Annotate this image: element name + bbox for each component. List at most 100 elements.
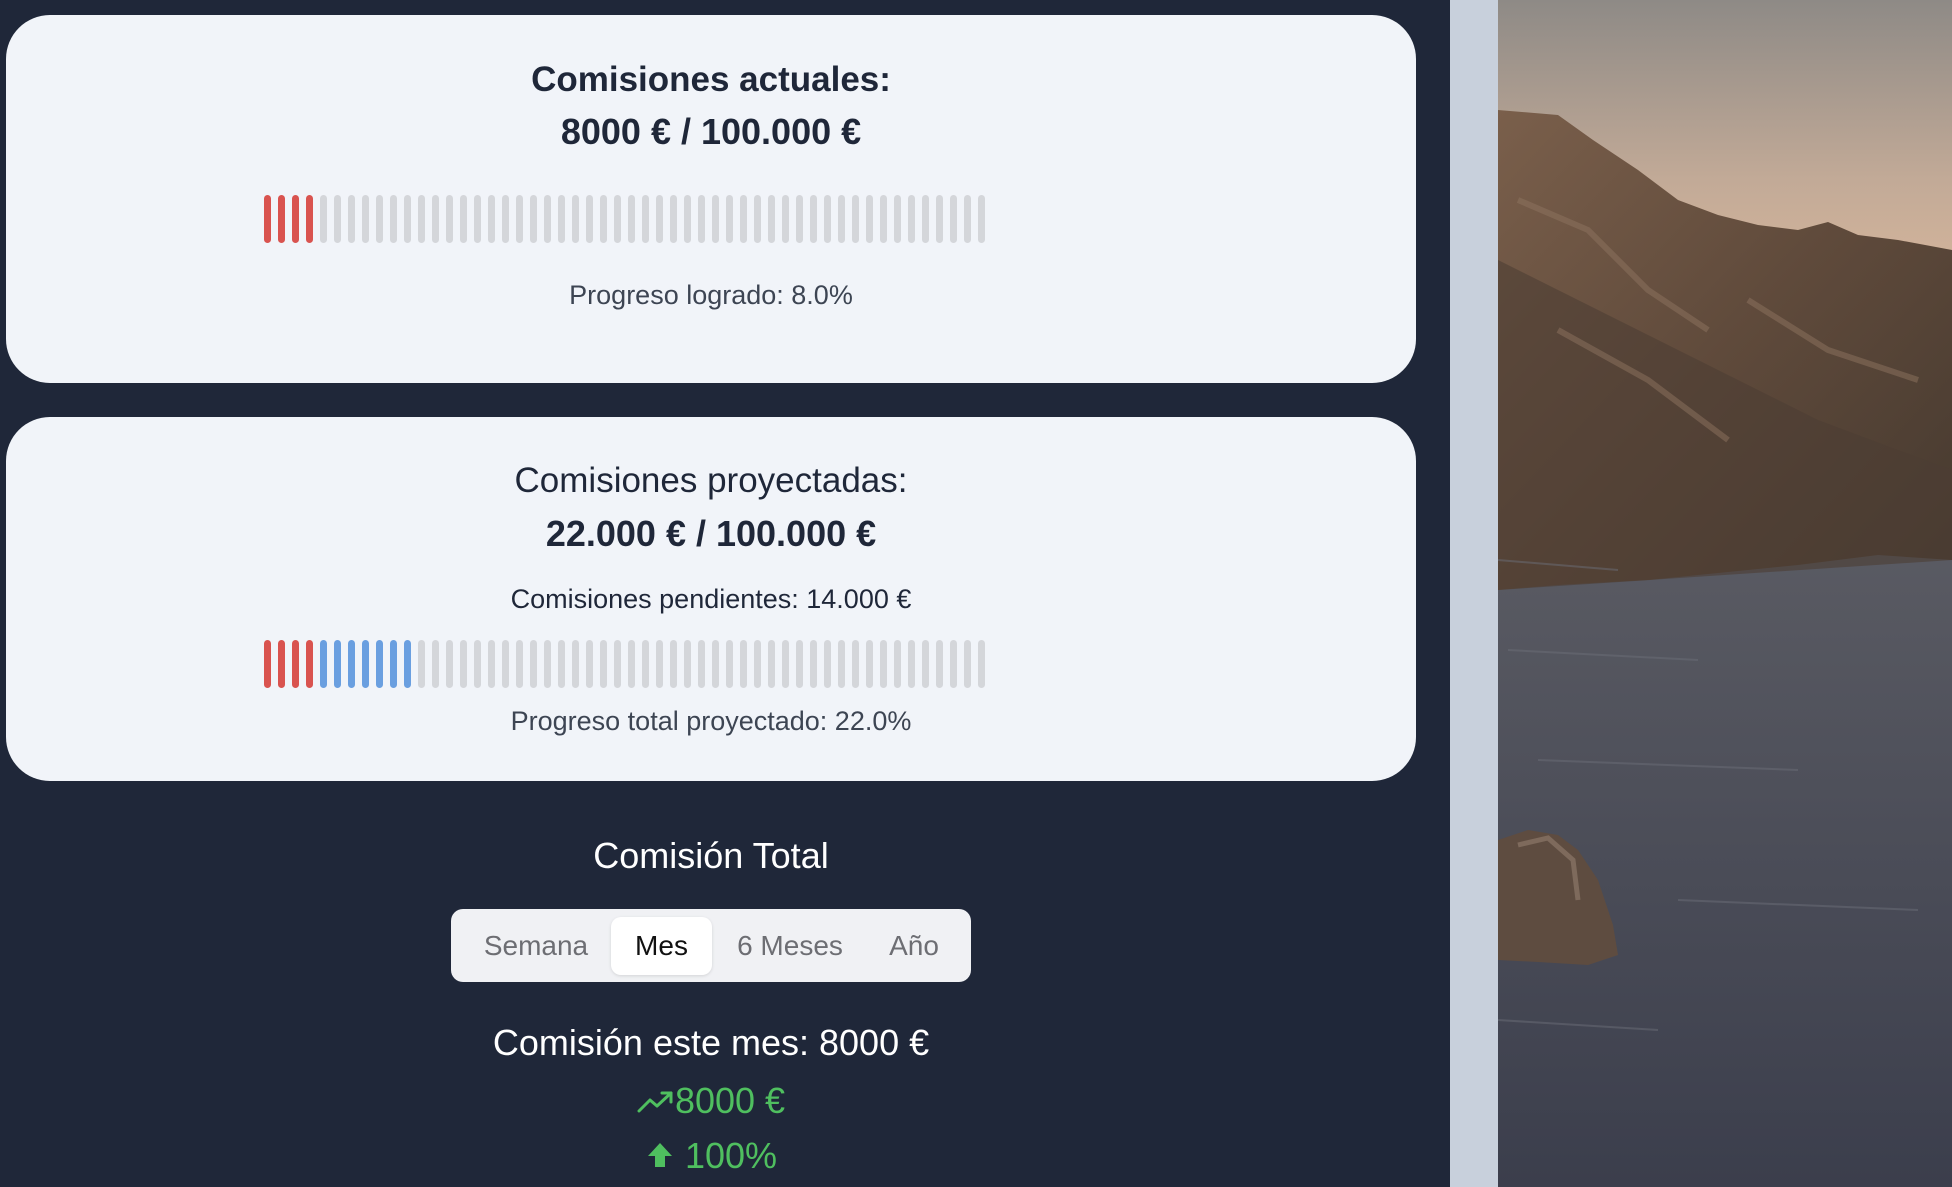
progress-segment-empty	[530, 195, 537, 243]
progress-segment-empty	[978, 195, 985, 243]
progress-segment-empty	[460, 640, 467, 688]
progress-segment-empty	[880, 195, 887, 243]
progress-segment-empty	[376, 195, 383, 243]
progress-segment-empty	[866, 195, 873, 243]
progress-segment-empty	[488, 640, 495, 688]
progress-segment-empty	[614, 195, 621, 243]
projected-caption: Progreso total proyectado: 22.0%	[510, 706, 912, 736]
progress-segment-empty	[796, 640, 803, 688]
window-divider	[1450, 0, 1498, 1187]
progress-segment-empty	[964, 195, 971, 243]
tab-semana[interactable]: Semana	[465, 917, 607, 975]
progress-segment-pending	[390, 640, 397, 688]
progress-segment-empty	[404, 195, 411, 243]
progress-segment-achieved	[264, 640, 271, 688]
tab-ano[interactable]: Año	[869, 917, 959, 975]
progress-segment-empty	[698, 195, 705, 243]
progress-segment-empty	[908, 195, 915, 243]
progress-segment-empty	[348, 195, 355, 243]
progress-segment-empty	[754, 195, 761, 243]
current-commissions-card: Comisiones actuales: 8000 € / 100.000 € …	[6, 15, 1416, 383]
progress-segment-empty	[572, 640, 579, 688]
current-progress-bar	[264, 195, 985, 243]
progress-segment-empty	[502, 195, 509, 243]
progress-segment-empty	[558, 640, 565, 688]
percent-row: 100%	[0, 1135, 1422, 1179]
progress-segment-empty	[572, 195, 579, 243]
progress-segment-empty	[586, 195, 593, 243]
trend-row: 8000 €	[0, 1080, 1422, 1124]
progress-segment-empty	[754, 640, 761, 688]
progress-segment-achieved	[278, 640, 285, 688]
progress-segment-empty	[950, 195, 957, 243]
progress-segment-empty	[628, 640, 635, 688]
progress-segment-empty	[628, 195, 635, 243]
total-commission-title: Comisión Total	[593, 835, 829, 876]
progress-segment-empty	[362, 195, 369, 243]
progress-segment-pending	[376, 640, 383, 688]
progress-segment-empty	[418, 640, 425, 688]
projected-commissions-card: Comisiones proyectadas: 22.000 € / 100.0…	[6, 417, 1416, 781]
current-amount: 8000 € / 100.000 €	[560, 111, 862, 152]
progress-segment-empty	[740, 640, 747, 688]
progress-segment-empty	[922, 640, 929, 688]
progress-segment-empty	[544, 640, 551, 688]
progress-segment-empty	[432, 640, 439, 688]
progress-segment-empty	[894, 195, 901, 243]
progress-segment-empty	[740, 195, 747, 243]
progress-segment-empty	[894, 640, 901, 688]
progress-segment-empty	[908, 640, 915, 688]
progress-segment-empty	[684, 640, 691, 688]
progress-segment-empty	[852, 195, 859, 243]
progress-segment-empty	[782, 195, 789, 243]
progress-segment-empty	[936, 195, 943, 243]
progress-segment-empty	[824, 195, 831, 243]
progress-segment-empty	[810, 640, 817, 688]
progress-segment-empty	[712, 640, 719, 688]
progress-segment-pending	[404, 640, 411, 688]
progress-segment-empty	[838, 640, 845, 688]
progress-segment-empty	[502, 640, 509, 688]
trending-up-icon	[637, 1082, 675, 1124]
card-title: Comisiones actuales:	[531, 60, 891, 99]
progress-segment-pending	[334, 640, 341, 688]
progress-segment-empty	[712, 195, 719, 243]
progress-segment-achieved	[306, 640, 313, 688]
progress-segment-empty	[726, 640, 733, 688]
progress-segment-empty	[488, 195, 495, 243]
progress-segment-empty	[922, 195, 929, 243]
progress-segment-empty	[726, 195, 733, 243]
progress-segment-pending	[320, 640, 327, 688]
progress-segment-pending	[348, 640, 355, 688]
progress-segment-achieved	[292, 195, 299, 243]
trend-value: 8000 €	[674, 1080, 786, 1121]
progress-segment-empty	[418, 195, 425, 243]
desktop-wallpaper	[1498, 0, 1952, 1187]
progress-segment-empty	[530, 640, 537, 688]
progress-segment-empty	[460, 195, 467, 243]
progress-segment-empty	[516, 195, 523, 243]
progress-segment-empty	[866, 640, 873, 688]
progress-segment-achieved	[292, 640, 299, 688]
progress-segment-empty	[698, 640, 705, 688]
progress-segment-achieved	[278, 195, 285, 243]
progress-segment-empty	[642, 640, 649, 688]
period-segmented-control: Semana Mes 6 Meses Año	[451, 909, 971, 982]
tab-mes[interactable]: Mes	[611, 917, 712, 975]
progress-segment-empty	[432, 195, 439, 243]
progress-segment-empty	[978, 640, 985, 688]
progress-segment-achieved	[264, 195, 271, 243]
progress-segment-empty	[390, 195, 397, 243]
tab-6-meses[interactable]: 6 Meses	[719, 917, 861, 975]
progress-segment-empty	[446, 640, 453, 688]
progress-segment-empty	[558, 195, 565, 243]
progress-segment-empty	[474, 640, 481, 688]
progress-segment-empty	[838, 195, 845, 243]
card-title: Comisiones proyectadas:	[514, 461, 908, 500]
progress-segment-empty	[964, 640, 971, 688]
progress-segment-empty	[516, 640, 523, 688]
progress-segment-achieved	[306, 195, 313, 243]
progress-segment-empty	[796, 195, 803, 243]
progress-segment-empty	[586, 640, 593, 688]
progress-segment-empty	[768, 640, 775, 688]
